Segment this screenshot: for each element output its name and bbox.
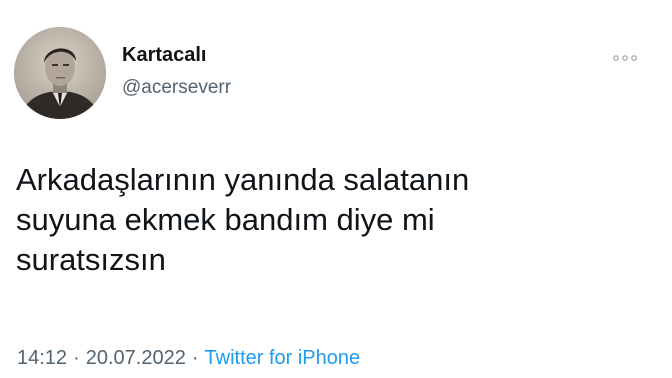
tweet-card: Kartacalı @acerseverr Arkadaşlarının yan…: [0, 0, 672, 378]
more-options-icon[interactable]: [612, 50, 638, 61]
tweet-text: Arkadaşlarının yanında salatanın suyuna …: [16, 162, 470, 277]
tweet-date[interactable]: 20.07.2022: [86, 347, 186, 369]
avatar[interactable]: [14, 27, 106, 119]
author-handle[interactable]: @acerseverr: [122, 76, 231, 100]
profile-photo-icon: [14, 27, 106, 119]
meta-separator: ·: [191, 347, 199, 369]
meta-separator: ·: [73, 347, 80, 369]
tweet-source-link[interactable]: Twitter for iPhone: [205, 347, 361, 369]
author-display-name[interactable]: Kartacalı: [122, 43, 207, 67]
tweet-meta: 14:12 · 20.07.2022 · Twitter for iPhone: [17, 345, 360, 371]
tweet-time[interactable]: 14:12: [17, 347, 67, 369]
